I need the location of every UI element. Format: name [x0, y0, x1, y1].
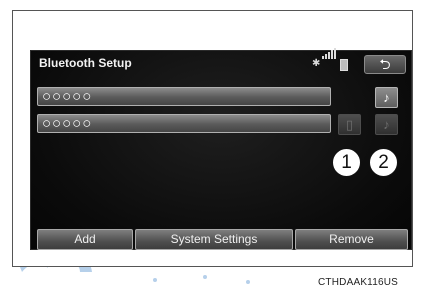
audio-connect-icon-2[interactable]: ♪	[375, 114, 398, 135]
back-button[interactable]: ⮌	[364, 55, 406, 74]
system-settings-button[interactable]: System Settings	[135, 229, 293, 250]
battery-icon	[340, 59, 348, 71]
remove-button[interactable]: Remove	[295, 229, 408, 250]
figure-caption: CTHDAAK116US	[318, 277, 399, 288]
bluetooth-setup-screen: Bluetooth Setup ✱ ⮌ ○○○○○ ♪ ○○○○○ ▯ ♪ 1 …	[30, 48, 412, 250]
screen-title: Bluetooth Setup	[39, 56, 132, 70]
back-arrow-icon: ⮌	[379, 56, 391, 72]
add-button[interactable]: Add	[37, 229, 133, 250]
callout-2: 2	[369, 148, 398, 177]
status-bar: ✱	[309, 48, 357, 71]
bluetooth-icon: ✱	[312, 58, 321, 69]
audio-connect-icon-1[interactable]: ♪	[375, 87, 398, 108]
callout-1: 1	[332, 148, 361, 177]
device-list-item-2[interactable]: ○○○○○	[37, 114, 331, 133]
device-list-item-1[interactable]: ○○○○○	[37, 87, 331, 106]
phone-connect-icon-2[interactable]: ▯	[338, 114, 361, 135]
